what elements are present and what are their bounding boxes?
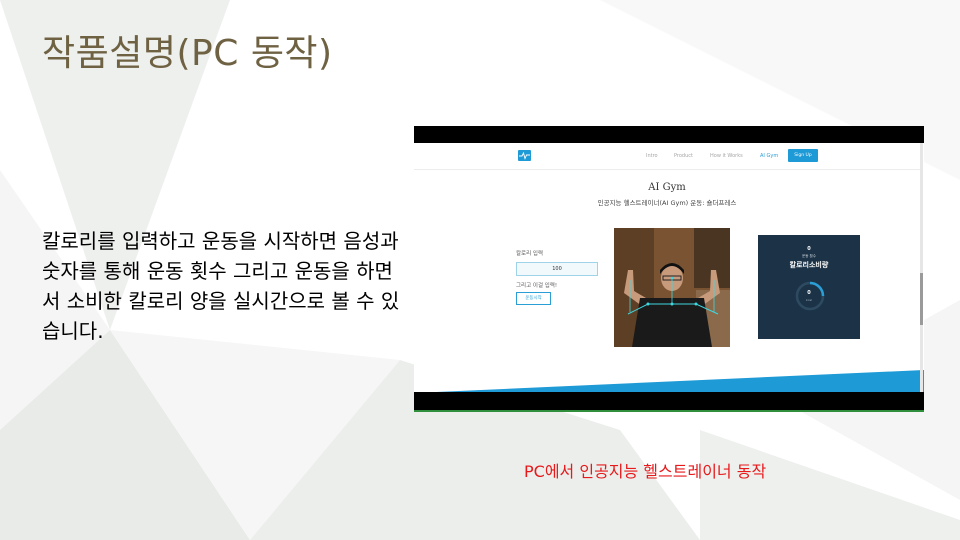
nav-link-ai-gym[interactable]: AI Gym (760, 153, 778, 159)
rep-count-label: 운동 횟수 (802, 254, 816, 258)
slide-title: 작품설명(PC 동작) (42, 33, 333, 74)
signup-button[interactable]: Sign Up (788, 149, 818, 162)
app-screenshot: Intro Product How it Works AI Gym Sign U… (414, 126, 924, 412)
calorie-value: 0 (807, 290, 811, 296)
description-text: 칼로리를 입력하고 운동을 시작하면 음성과 숫자를 통해 운동 횟수 그리고 … (42, 229, 400, 343)
nav-link-product[interactable]: Product (674, 153, 693, 159)
scrollbar-thumb[interactable] (920, 273, 923, 325)
webcam-feed (614, 228, 730, 347)
nav-link-how-it-works[interactable]: How it Works (710, 153, 743, 159)
navbar: Intro Product How it Works AI Gym Sign U… (414, 143, 920, 170)
calorie-unit: kcal (805, 298, 813, 302)
progress-ring (795, 281, 825, 311)
nav-link-intro[interactable]: Intro (646, 153, 658, 159)
logo-icon[interactable] (518, 150, 531, 161)
footer-wave (436, 370, 924, 392)
calorie-burned-label: 칼로리소비량 (789, 261, 829, 269)
page-heading: AI Gym (648, 182, 686, 193)
web-page: Intro Product How it Works AI Gym Sign U… (414, 143, 924, 392)
rep-count: 0 (807, 246, 811, 252)
bottom-border (414, 410, 924, 412)
form-hint: 그리고 이걸 입력! (516, 283, 558, 289)
screenshot-caption: PC에서 인공지능 헬스트레이너 동작 (524, 462, 767, 481)
page-subheading: 인공지능 헬스트레이너(AI Gym) 운동: 숄더프레스 (597, 199, 737, 207)
scrollbar-track[interactable] (920, 143, 923, 392)
stats-panel: 0 운동 횟수 칼로리소비량 0 kcal (758, 235, 860, 339)
calorie-label: 칼로리 입력 (516, 251, 544, 257)
start-workout-button[interactable]: 운동시작 (516, 292, 551, 305)
calorie-input[interactable]: 100 (516, 262, 598, 276)
